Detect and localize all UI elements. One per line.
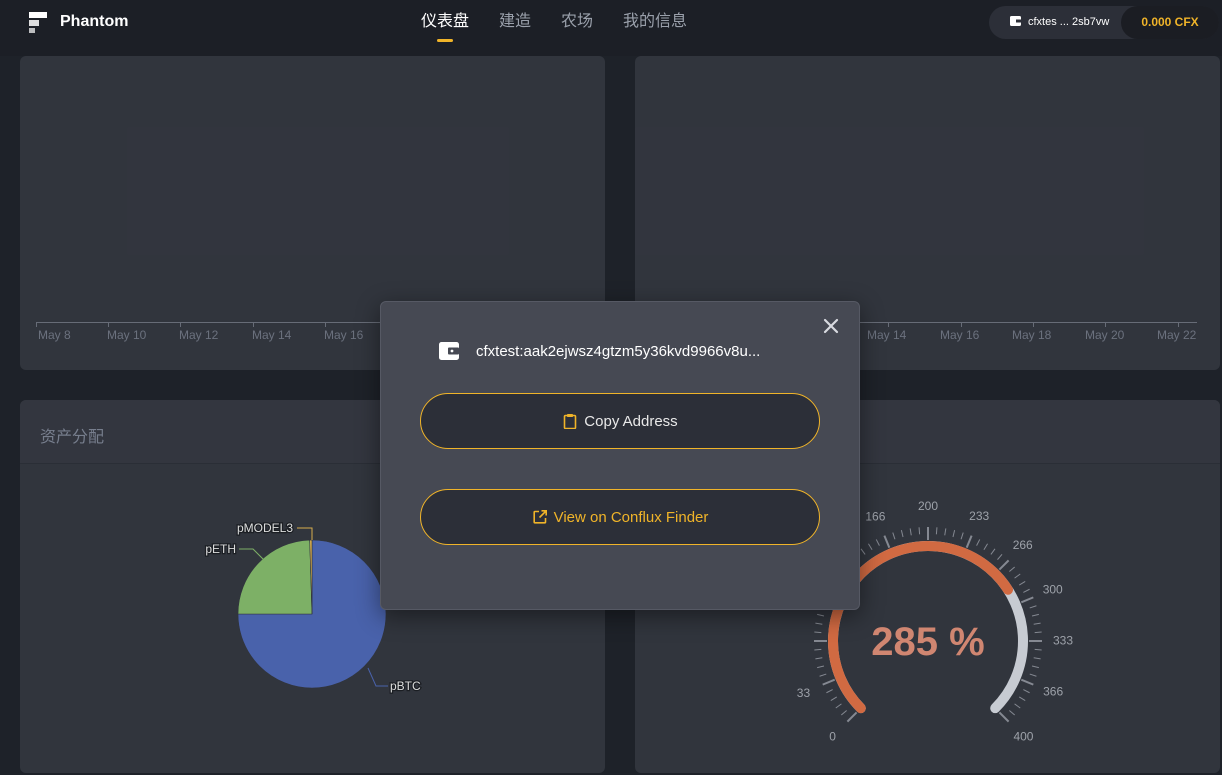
nav-my-info[interactable]: 我的信息 xyxy=(623,12,687,42)
account-modal: cfxtest:aak2ejwsz4gtzm5y36kvd9966v8u... … xyxy=(380,301,860,610)
nav-dashboard[interactable]: 仪表盘 xyxy=(421,12,469,42)
wallet-button[interactable]: cfxtes ... 2sb7vw 0.000 CFX xyxy=(989,6,1219,39)
view-on-finder-label: View on Conflux Finder xyxy=(553,508,709,526)
wallet-icon xyxy=(1010,16,1021,26)
copy-address-button[interactable]: Copy Address xyxy=(420,393,820,449)
top-bar: Phantom 仪表盘 建造 农场 我的信息 cfxtes ... 2sb7vw… xyxy=(0,0,1222,56)
clipboard-icon xyxy=(563,414,577,429)
copy-address-label: Copy Address xyxy=(584,412,678,430)
phantom-logo-icon[interactable] xyxy=(27,10,49,34)
main-nav: 仪表盘 建造 农场 我的信息 xyxy=(421,12,687,42)
view-on-finder-button[interactable]: View on Conflux Finder xyxy=(420,489,820,545)
external-link-icon xyxy=(532,510,547,524)
brand-name[interactable]: Phantom xyxy=(60,13,128,31)
close-icon[interactable] xyxy=(821,316,841,336)
account-address: cfxtest:aak2ejwsz4gtzm5y36kvd9966v8u... xyxy=(476,343,761,360)
cfx-balance[interactable]: 0.000 CFX xyxy=(1121,6,1219,39)
nav-farm[interactable]: 农场 xyxy=(561,12,593,42)
nav-build[interactable]: 建造 xyxy=(499,12,531,42)
wallet-icon xyxy=(439,342,459,360)
wallet-address: cfxtes ... 2sb7vw xyxy=(1028,16,1110,28)
